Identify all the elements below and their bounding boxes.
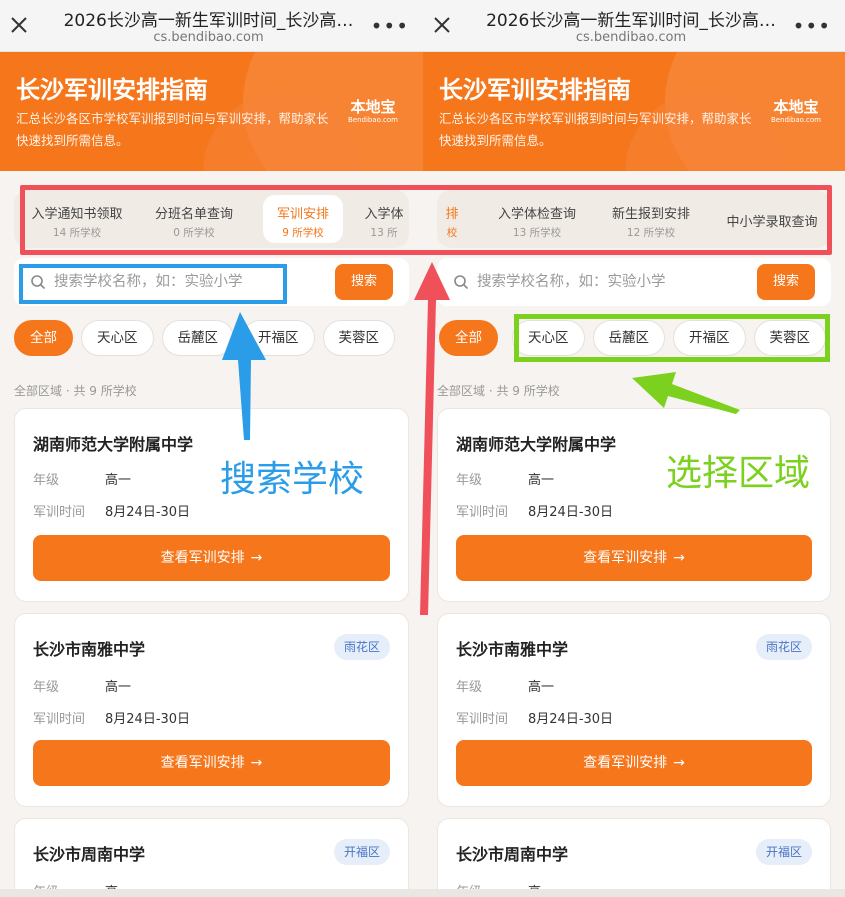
- district-filter: 全部 天心区 岳麓区 开福区 芙蓉区: [14, 320, 403, 356]
- school-name: 湖南师范大学附属中学: [456, 435, 617, 454]
- school-card: 长沙市周南中学 开福区 年级高一: [437, 818, 831, 897]
- chip-all[interactable]: 全部: [14, 320, 73, 356]
- tab-class-list[interactable]: 分班名单查询 0 所学校: [144, 195, 244, 243]
- browser-topbar: 2026长沙高一新生军训时间_长沙高… cs.bendibao.com •••: [0, 0, 423, 52]
- school-name: 湖南师范大学附属中学: [33, 435, 194, 454]
- time-row: 军训时间 8月24日-30日: [456, 712, 614, 727]
- time-row: 军训时间 8月24日-30日: [33, 712, 191, 727]
- tab-admission-query[interactable]: 中小学录取查询: [717, 195, 827, 243]
- view-training-button[interactable]: 查看军训安排 →: [456, 535, 812, 581]
- chip-yuelu[interactable]: 岳麓区: [161, 320, 234, 356]
- view-training-button[interactable]: 查看军训安排 →: [33, 535, 390, 581]
- screenshot-root: 2026长沙高一新生军训时间_长沙高… cs.bendibao.com ••• …: [0, 0, 845, 897]
- more-icon[interactable]: •••: [793, 14, 831, 38]
- search-button[interactable]: 搜索: [335, 264, 393, 300]
- grade-row: 年级高一: [456, 680, 555, 695]
- grade-row: 年级高一: [33, 473, 132, 488]
- hero-banner: 长沙军训安排指南 汇总长沙各区市学校军训报到时间与军训安排，帮助家长快速找到所需…: [0, 52, 423, 171]
- time-row: 军训时间 8月24日-30日: [33, 505, 191, 520]
- tab-admission-notice[interactable]: 入学通知书领取 14 所学校: [22, 195, 132, 243]
- district-annotation-label: 选择区域: [666, 453, 811, 494]
- hero-banner: 长沙军训安排指南 汇总长沙各区市学校军训报到时间与军训安排，帮助家长快速找到所需…: [423, 52, 845, 171]
- chip-yuelu[interactable]: 岳麓区: [592, 320, 665, 356]
- tab-military-training-partial[interactable]: 排校: [437, 195, 467, 243]
- district-badge: 开福区: [755, 839, 812, 865]
- school-card: 长沙市南雅中学 雨花区 年级 高一 军训时间 8月24日-30日 查看军训安排 →: [437, 613, 831, 807]
- search-icon: [31, 275, 46, 290]
- search-button[interactable]: 搜索: [757, 264, 815, 300]
- chip-all[interactable]: 全部: [439, 320, 498, 356]
- banner-title: 长沙军训安排指南: [16, 76, 208, 104]
- school-name: 长沙市周南中学: [33, 845, 146, 864]
- chip-tianxin[interactable]: 天心区: [512, 320, 585, 356]
- bottom-edge: [423, 889, 845, 897]
- more-icon[interactable]: •••: [371, 14, 409, 38]
- page-title: 2026长沙高一新生军训时间_长沙高…: [486, 11, 776, 31]
- banner-description: 汇总长沙各区市学校军训报到时间与军训安排，帮助家长快速找到所需信息。: [439, 111, 752, 148]
- left-phone-pane: 2026长沙高一新生军训时间_长沙高… cs.bendibao.com ••• …: [0, 0, 423, 897]
- bottom-edge: [0, 889, 423, 897]
- school-card: 湖南师范大学附属中学 年级 高一 军训时间 8月24日-30日 查看军训安排 →: [437, 408, 831, 602]
- district-badge: 开福区: [333, 839, 390, 865]
- search-input[interactable]: [54, 270, 294, 294]
- bendibao-logo: 本地宝 Bendibao.com: [771, 98, 822, 124]
- grade-row: 年级高一: [33, 680, 132, 695]
- school-name: 长沙市周南中学: [456, 845, 569, 864]
- district-filter: 全部 天心区 岳麓区 开福区 芙蓉区: [439, 320, 834, 356]
- result-summary: 全部区域 · 共 9 所学校: [14, 384, 137, 398]
- school-card: 长沙市周南中学 开福区 年级高一: [14, 818, 409, 897]
- tab-enrollment[interactable]: 新生报到安排 12 所学校: [601, 195, 701, 243]
- school-name: 长沙市南雅中学: [33, 640, 146, 659]
- grade-row: 年级高一: [456, 473, 555, 488]
- view-training-button[interactable]: 查看军训安排 →: [456, 740, 812, 786]
- search-bar: 搜索: [437, 258, 831, 306]
- view-training-button[interactable]: 查看军训安排 →: [33, 740, 390, 786]
- school-card: 长沙市南雅中学 雨花区 年级 高一 军训时间 8月24日-30日 查看军训安排 →: [14, 613, 409, 807]
- chip-tianxin[interactable]: 天心区: [81, 320, 154, 356]
- close-icon[interactable]: [8, 14, 30, 36]
- school-name: 长沙市南雅中学: [456, 640, 569, 659]
- result-summary: 全部区域 · 共 9 所学校: [437, 384, 560, 398]
- district-badge: 雨花区: [755, 634, 812, 660]
- page-title: 2026长沙高一新生军训时间_长沙高…: [63, 11, 354, 31]
- chip-kaifu[interactable]: 开福区: [673, 320, 746, 356]
- close-icon[interactable]: [431, 14, 453, 36]
- district-badge: 雨花区: [333, 634, 390, 660]
- tab-physical-exam[interactable]: 入学体 13 所: [354, 195, 409, 243]
- category-tabs: 排校 入学体检查询 13 所学校 新生报到安排 12 所学校 中小学录取查询: [437, 190, 831, 248]
- school-card: 湖南师范大学附属中学 年级 高一 军训时间 8月24日-30日 查看军训安排 →: [14, 408, 409, 602]
- page-domain: cs.bendibao.com: [575, 30, 687, 45]
- search-annotation-label: 搜索学校: [220, 459, 365, 500]
- time-row: 军训时间 8月24日-30日: [456, 505, 614, 520]
- tab-physical-exam[interactable]: 入学体检查询 13 所学校: [487, 195, 587, 243]
- chip-kaifu[interactable]: 开福区: [242, 320, 315, 356]
- page-domain: cs.bendibao.com: [153, 30, 264, 45]
- chip-furong[interactable]: 芙蓉区: [322, 320, 395, 356]
- category-tabs: 入学通知书领取 14 所学校 分班名单查询 0 所学校 军训安排 9 所学校 入学体 1…: [14, 190, 409, 248]
- banner-title: 长沙军训安排指南: [439, 76, 631, 104]
- search-bar: 搜索: [14, 258, 409, 306]
- search-input[interactable]: [477, 270, 717, 294]
- browser-topbar: 2026长沙高一新生军训时间_长沙高… cs.bendibao.com •••: [423, 0, 845, 52]
- tab-military-training[interactable]: 军训安排 9 所学校: [263, 195, 343, 243]
- chip-furong[interactable]: 芙蓉区: [753, 320, 826, 356]
- banner-description: 汇总长沙各区市学校军训报到时间与军训安排，帮助家长快速找到所需信息。: [16, 111, 329, 148]
- bendibao-logo: 本地宝 Bendibao.com: [348, 98, 399, 124]
- search-icon: [454, 275, 469, 290]
